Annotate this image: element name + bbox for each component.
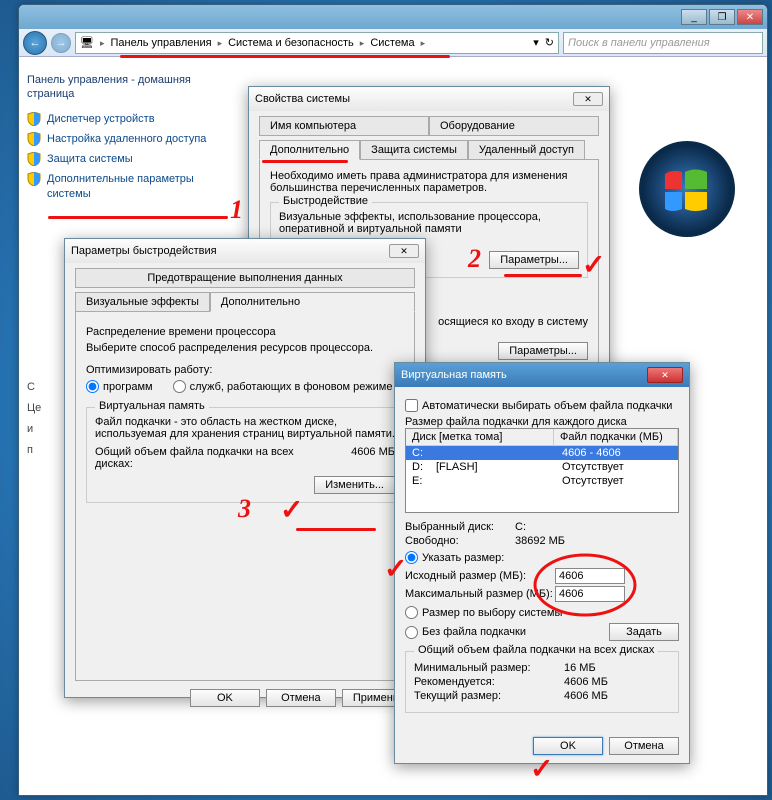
disk-table: Диск [метка тома] Файл подкачки (МБ) C: … bbox=[405, 428, 679, 513]
total-group: Общий объем файла подкачки на всех диска… bbox=[405, 651, 679, 713]
performance-options-dialog: Параметры быстродействия ✕ Предотвращени… bbox=[64, 238, 426, 698]
link-device-manager[interactable]: Диспетчер устройств bbox=[27, 112, 221, 126]
dialog-titlebar-vm: Виртуальная память ✕ bbox=[395, 363, 689, 387]
computer-icon: 🖥 bbox=[80, 36, 94, 49]
tab-hardware[interactable]: Оборудование bbox=[429, 116, 599, 136]
shield-icon bbox=[27, 112, 41, 126]
shield-icon bbox=[27, 152, 41, 166]
profiles-settings-button[interactable]: Параметры... bbox=[498, 342, 588, 360]
dialog-titlebar-sysprops: Свойства системы ✕ bbox=[249, 87, 609, 111]
windows-logo-icon bbox=[637, 139, 737, 239]
close-icon[interactable]: ✕ bbox=[647, 367, 683, 383]
tab-advanced-perf[interactable]: Дополнительно bbox=[210, 292, 415, 312]
back-button[interactable]: ← bbox=[23, 31, 47, 55]
max-size-input[interactable] bbox=[555, 586, 625, 602]
titlebar: _ ❐ ✕ bbox=[19, 5, 767, 29]
close-icon[interactable]: ✕ bbox=[389, 244, 419, 258]
radio-no-paging[interactable] bbox=[405, 626, 418, 639]
set-button[interactable]: Задать bbox=[609, 623, 679, 641]
minimize-button[interactable]: _ bbox=[681, 9, 707, 25]
maximize-button[interactable]: ❐ bbox=[709, 9, 735, 25]
sidebar-title: Панель управления - домашняя страница bbox=[27, 73, 221, 102]
close-button[interactable]: ✕ bbox=[737, 9, 763, 25]
sysprops-intro: Необходимо иметь права администратора дл… bbox=[270, 170, 588, 194]
cancel-button[interactable]: Отмена bbox=[266, 689, 336, 707]
tab-dep[interactable]: Предотвращение выполнения данных bbox=[75, 268, 415, 288]
forward-button[interactable]: → bbox=[51, 33, 71, 53]
close-icon[interactable]: ✕ bbox=[573, 92, 603, 106]
search-input[interactable]: Поиск в панели управления bbox=[563, 32, 763, 54]
breadcrumb[interactable]: 🖥 Панель управления Система и безопаснос… bbox=[75, 32, 559, 54]
vm-change-button[interactable]: Изменить... bbox=[314, 476, 395, 494]
link-remote-access[interactable]: Настройка удаленного доступа bbox=[27, 132, 221, 146]
disk-row-c[interactable]: C: 4606 - 4606 bbox=[406, 446, 678, 460]
radio-programs[interactable] bbox=[86, 380, 99, 393]
dropdown-icon[interactable]: ▾ bbox=[533, 36, 539, 49]
link-advanced-system-settings[interactable]: Дополнительные параметры системы bbox=[27, 172, 221, 201]
tab-remote-access[interactable]: Удаленный доступ bbox=[468, 140, 585, 160]
cancel-button[interactable]: Отмена bbox=[609, 737, 679, 755]
auto-paging-checkbox[interactable] bbox=[405, 399, 418, 412]
performance-settings-button[interactable]: Параметры... bbox=[489, 251, 579, 269]
disk-row-d[interactable]: D: [FLASH] Отсутствует bbox=[406, 460, 678, 474]
vm-group: Виртуальная память Файл подкачки - это о… bbox=[86, 407, 404, 503]
radio-custom-size[interactable] bbox=[405, 551, 418, 564]
vm-total-value: 4606 МБ bbox=[351, 446, 395, 470]
dialog-titlebar-perf: Параметры быстродействия ✕ bbox=[65, 239, 425, 263]
ok-button[interactable]: OK bbox=[533, 737, 603, 755]
scheduling-title: Распределение времени процессора bbox=[86, 326, 404, 338]
initial-size-input[interactable] bbox=[555, 568, 625, 584]
disk-row-e[interactable]: E: Отсутствует bbox=[406, 474, 678, 488]
address-bar: ← → 🖥 Панель управления Система и безопа… bbox=[19, 29, 767, 57]
radio-services[interactable] bbox=[173, 380, 186, 393]
bc-item-system[interactable]: Система bbox=[370, 37, 414, 49]
radio-system-managed[interactable] bbox=[405, 606, 418, 619]
tab-visual-effects[interactable]: Визуальные эффекты bbox=[75, 292, 210, 312]
tab-computer-name[interactable]: Имя компьютера bbox=[259, 116, 429, 136]
bc-item-control-panel[interactable]: Панель управления bbox=[111, 37, 212, 49]
tab-advanced[interactable]: Дополнительно bbox=[259, 140, 360, 160]
virtual-memory-dialog: Виртуальная память ✕ Автоматически выбир… bbox=[394, 362, 690, 764]
shield-icon bbox=[27, 132, 41, 146]
refresh-icon[interactable]: ↻ bbox=[545, 36, 554, 49]
shield-icon bbox=[27, 172, 41, 186]
ok-button[interactable]: OK bbox=[190, 689, 260, 707]
bc-item-system-security[interactable]: Система и безопасность bbox=[228, 37, 354, 49]
tab-system-protection[interactable]: Защита системы bbox=[360, 140, 468, 160]
link-system-protection[interactable]: Защита системы bbox=[27, 152, 221, 166]
